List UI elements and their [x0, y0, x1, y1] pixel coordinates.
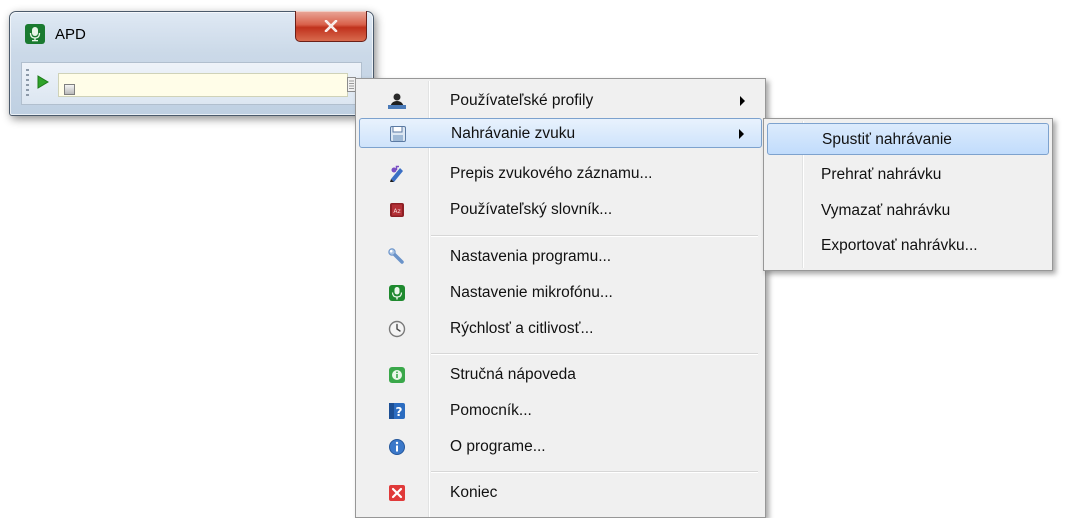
menu-item-helper[interactable]: ? Pomocník...: [359, 396, 762, 426]
microphone-icon: [388, 284, 406, 302]
save-recording-icon: [389, 125, 407, 143]
stop-icon[interactable]: [64, 84, 75, 95]
submenu-item-start-recording[interactable]: Spustiť nahrávanie: [767, 123, 1049, 155]
menu-item-label: Koniec: [450, 484, 498, 501]
menu-item-quick-help[interactable]: Stručná nápoveda: [359, 360, 762, 390]
menu-separator: [431, 471, 758, 473]
about-icon: [388, 438, 406, 456]
submenu-arrow-icon: [739, 129, 744, 139]
info-green-icon: [388, 366, 406, 384]
menu-item-exit[interactable]: Koniec: [359, 478, 762, 508]
submenu-item-play-recording[interactable]: Prehrať nahrávku: [767, 159, 1049, 191]
help-icon: ?: [388, 402, 406, 420]
window-title: APD: [55, 26, 86, 43]
menu-item-label: Nastavenia programu...: [450, 248, 612, 265]
svg-text:?: ?: [396, 405, 403, 419]
menu-item-label: Rýchlosť a citlivosť...: [450, 320, 594, 337]
menu-item-label: Používateľský slovník...: [450, 201, 613, 218]
recording-submenu: Spustiť nahrávanie Prehrať nahrávku Vyma…: [763, 118, 1053, 271]
apd-window: APD: [9, 11, 374, 116]
submenu-item-label: Vymazať nahrávku: [821, 202, 951, 219]
svg-text:Az: Az: [393, 208, 400, 215]
menu-item-microphone-settings[interactable]: Nastavenie mikrofónu...: [359, 278, 762, 308]
menu-item-label: O programe...: [450, 438, 546, 455]
menu-item-transcribe[interactable]: Prepis zvukového záznamu...: [359, 159, 762, 189]
menu-item-speed-sensitivity[interactable]: Rýchlosť a citlivosť...: [359, 314, 762, 344]
wrench-icon: [388, 248, 406, 266]
menu-item-dictionary[interactable]: Az Používateľský slovník...: [359, 195, 762, 225]
recording-field[interactable]: [58, 73, 348, 97]
menu-item-label: Nahrávanie zvuku: [451, 125, 576, 142]
play-button[interactable]: [37, 73, 51, 91]
clock-icon: [388, 320, 406, 338]
menu-separator: [431, 235, 758, 237]
submenu-item-export-recording[interactable]: Exportovať nahrávku...: [767, 230, 1049, 262]
menu-item-label: Stručná nápoveda: [450, 366, 576, 383]
menu-item-about[interactable]: O programe...: [359, 432, 762, 462]
toolbar: [21, 62, 363, 105]
user-profile-icon: [388, 92, 406, 110]
toolbar-grip[interactable]: [26, 69, 29, 99]
close-button[interactable]: [295, 11, 367, 42]
menu-item-program-settings[interactable]: Nastavenia programu...: [359, 242, 762, 272]
transcribe-icon: [388, 165, 406, 183]
menu-item-sound-recording[interactable]: Nahrávanie zvuku: [359, 118, 762, 148]
close-icon: [324, 20, 338, 32]
menu-item-label: Používateľské profily: [450, 92, 594, 109]
play-icon: [37, 75, 49, 89]
menu-separator: [431, 353, 758, 355]
menu-item-user-profiles[interactable]: Používateľské profily: [359, 86, 762, 116]
dictionary-icon: Az: [388, 201, 406, 219]
menu-item-label: Nastavenie mikrofónu...: [450, 284, 613, 301]
submenu-item-label: Spustiť nahrávanie: [822, 131, 952, 148]
menu-item-label: Prepis zvukového záznamu...: [450, 165, 653, 182]
menu-item-label: Pomocník...: [450, 402, 532, 419]
exit-icon: [388, 484, 406, 502]
submenu-arrow-icon: [740, 96, 745, 106]
microphone-icon: [25, 24, 45, 44]
submenu-item-label: Prehrať nahrávku: [821, 166, 942, 183]
submenu-item-delete-recording[interactable]: Vymazať nahrávku: [767, 195, 1049, 227]
submenu-item-label: Exportovať nahrávku...: [821, 237, 978, 254]
context-menu: Používateľské profily Nahrávanie zvuku P…: [355, 78, 766, 518]
